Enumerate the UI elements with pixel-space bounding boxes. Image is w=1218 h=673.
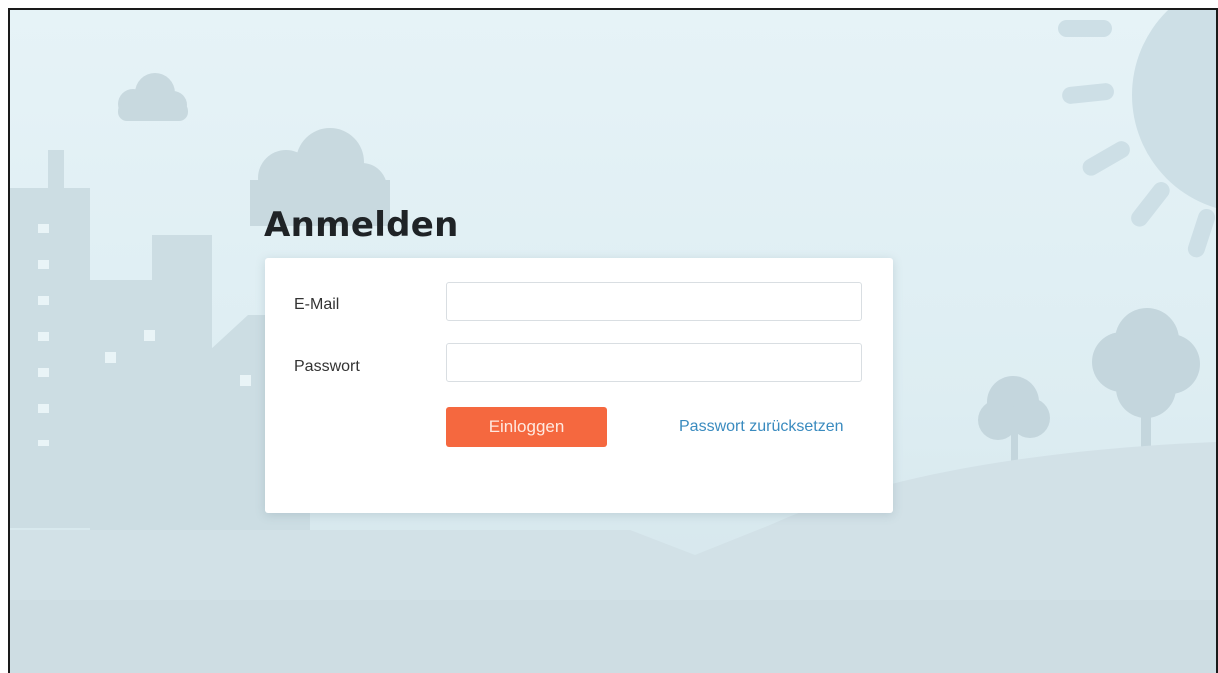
page-title: Anmelden [264,205,459,245]
browser-viewport: Anmelden E-Mail Passwort Einloggen Passw… [8,8,1218,673]
password-field[interactable] [446,343,862,382]
reset-password-link[interactable]: Passwort zurücksetzen [679,418,844,436]
login-button[interactable]: Einloggen [446,407,607,447]
email-field[interactable] [446,282,862,321]
login-card: E-Mail Passwort Einloggen Passwort zurüc… [265,258,893,513]
email-label: E-Mail [294,296,340,313]
password-label: Passwort [294,358,360,375]
ground [10,600,1216,673]
